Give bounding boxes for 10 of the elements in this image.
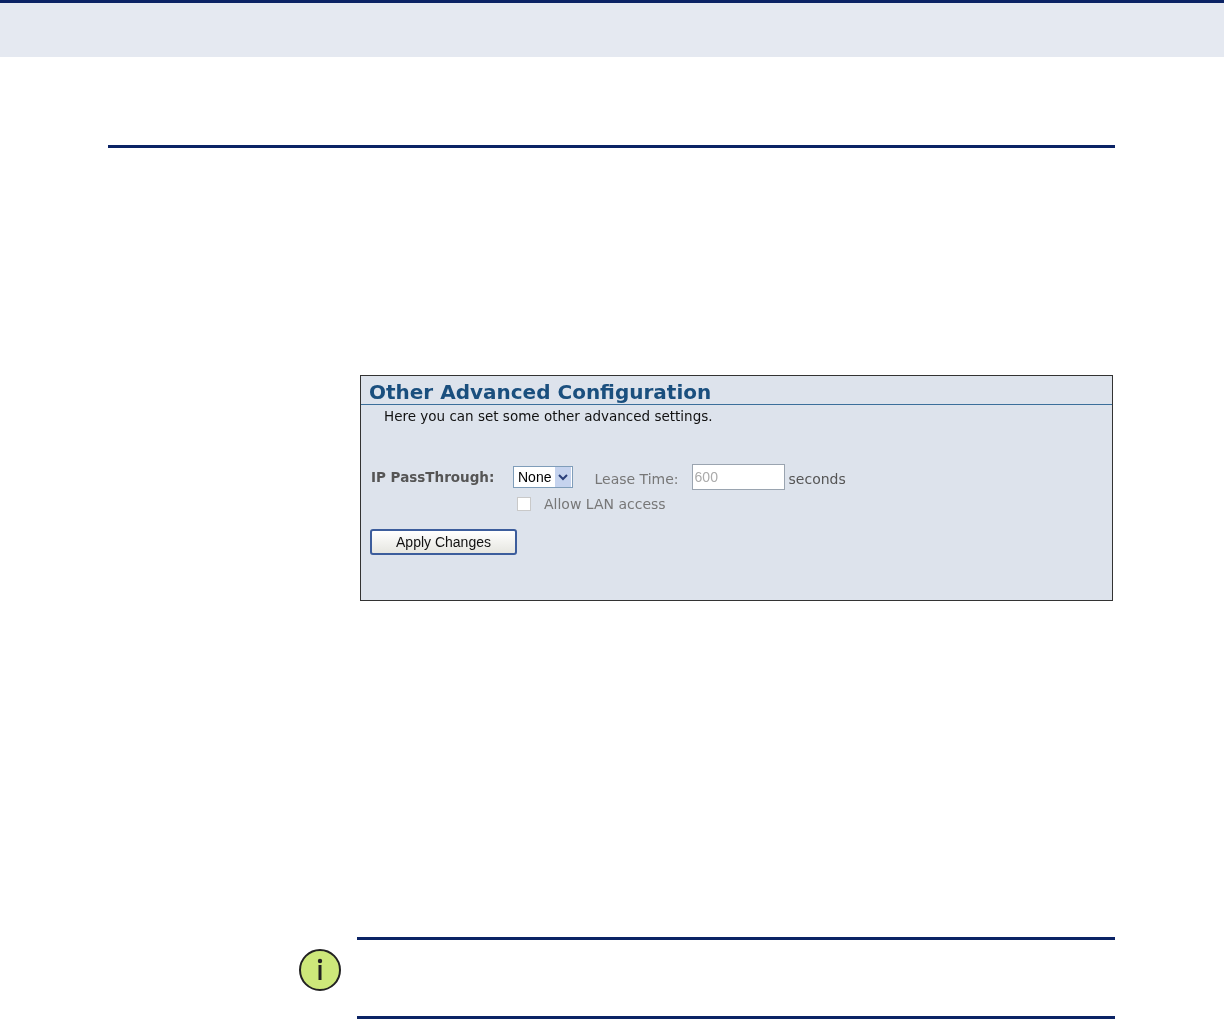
unit-label: seconds bbox=[788, 471, 846, 487]
caret-icon bbox=[555, 467, 572, 487]
info-icon bbox=[298, 948, 342, 992]
panel-description: Here you can set some other advanced settings. bbox=[383, 407, 714, 424]
field-label: Lease Time: bbox=[594, 471, 679, 487]
field-label: IP PassThrough: bbox=[371, 469, 496, 485]
checkbox-label: Allow LAN access bbox=[544, 496, 666, 512]
apply-button[interactable]: Apply Changes bbox=[370, 529, 517, 555]
panel-title: Other Advanced Configuration bbox=[361, 380, 1112, 405]
passthrough-dropdown[interactable]: None bbox=[513, 466, 574, 488]
